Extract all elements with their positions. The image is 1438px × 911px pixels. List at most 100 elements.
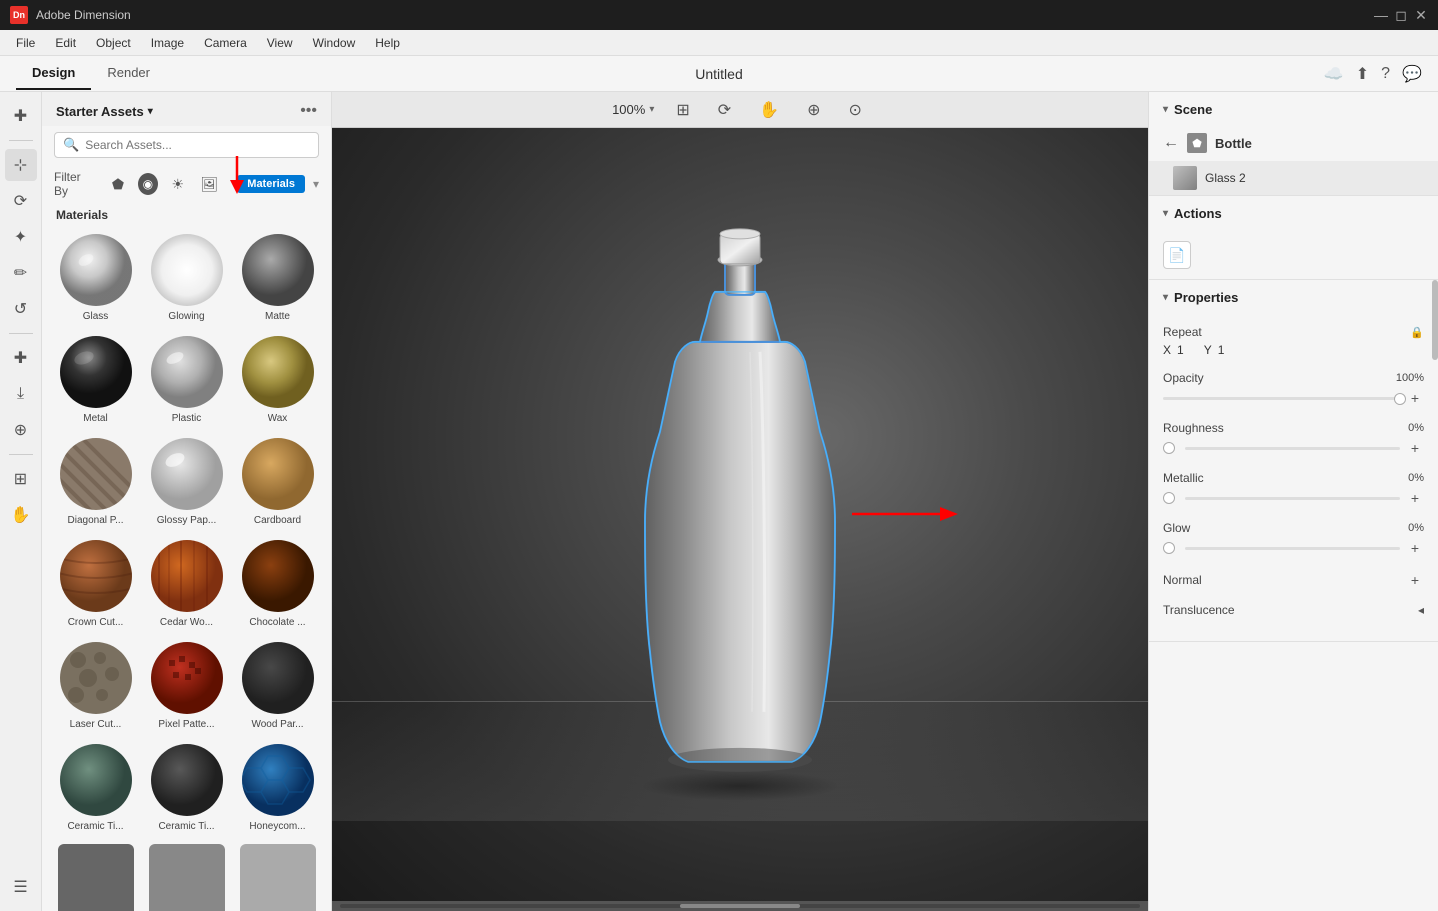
material-pixel-pattern[interactable]: Pixel Patte... xyxy=(143,636,230,734)
canvas-grid-icon[interactable]: ⊙ xyxy=(843,97,868,123)
glow-slider-track[interactable] xyxy=(1185,547,1400,550)
material-wood-parquet[interactable]: Wood Par... xyxy=(234,636,321,734)
material-thumb-matte xyxy=(240,232,316,308)
roughness-slider-track[interactable] xyxy=(1185,447,1400,450)
panel-more-button[interactable]: ••• xyxy=(300,102,317,120)
material-misc2[interactable]: ... xyxy=(143,840,230,911)
material-metal[interactable]: Metal xyxy=(52,330,139,428)
material-glass[interactable]: Glass xyxy=(52,228,139,326)
material-ceramic-dark[interactable]: Ceramic Ti... xyxy=(143,738,230,836)
material-label-plastic: Plastic xyxy=(172,413,201,424)
material-cedar[interactable]: Cedar Wo... xyxy=(143,534,230,632)
export-icon[interactable]: ⬆ xyxy=(1356,64,1369,84)
canvas-scrollbar-thumb[interactable] xyxy=(680,904,800,908)
opacity-slider-thumb[interactable] xyxy=(1394,393,1406,405)
tool-select[interactable]: ⊹ xyxy=(5,149,37,181)
normal-plus-button[interactable]: + xyxy=(1406,571,1424,589)
filter-light-icon[interactable]: ☀ xyxy=(166,171,190,197)
metallic-slider-track[interactable] xyxy=(1185,497,1400,500)
tool-add[interactable]: ✚ xyxy=(5,100,37,132)
menu-view[interactable]: View xyxy=(259,33,301,53)
filter-material-icon[interactable]: ◉ xyxy=(138,173,158,195)
material-label-matte: Matte xyxy=(265,311,290,322)
materials-section: Materials xyxy=(42,208,331,222)
help-icon[interactable]: ? xyxy=(1381,65,1390,83)
opacity-slider-track[interactable] xyxy=(1163,397,1400,400)
material-chocolate[interactable]: Chocolate ... xyxy=(234,534,321,632)
material-diagonal[interactable]: Diagonal P... xyxy=(52,432,139,530)
bottle-svg xyxy=(580,211,900,791)
right-panel-scrollbar-thumb[interactable] xyxy=(1432,280,1438,360)
canvas-fit-icon[interactable]: ⊞ xyxy=(670,97,695,123)
actions-section-header[interactable]: ▾ Actions xyxy=(1149,196,1438,231)
panel-title[interactable]: Starter Assets ▾ xyxy=(56,104,153,119)
tool-magic[interactable]: ✦ xyxy=(5,221,37,253)
material-plastic[interactable]: Plastic xyxy=(143,330,230,428)
tool-hand[interactable]: ✋ xyxy=(5,499,37,531)
properties-section-header[interactable]: ▾ Properties xyxy=(1149,280,1438,315)
cloud-icon[interactable]: ☁️ xyxy=(1324,64,1344,84)
materials-filter-button[interactable]: Materials xyxy=(237,175,305,193)
tool-layers[interactable]: ☰ xyxy=(5,871,37,903)
canvas-dolly-icon[interactable]: ⊕ xyxy=(801,97,826,123)
material-ceramic-teal[interactable]: Ceramic Ti... xyxy=(52,738,139,836)
menu-camera[interactable]: Camera xyxy=(196,33,255,53)
tool-frame[interactable]: ⊞ xyxy=(5,463,37,495)
comment-icon[interactable]: 💬 xyxy=(1402,64,1422,84)
material-crown-cut[interactable]: Crown Cut... xyxy=(52,534,139,632)
zoom-dropdown-arrow[interactable]: ▾ xyxy=(649,104,654,115)
canvas-orbit-icon[interactable]: ⟳ xyxy=(712,97,737,123)
menu-object[interactable]: Object xyxy=(88,33,139,53)
minimize-button[interactable]: — xyxy=(1374,8,1388,22)
material-wax[interactable]: Wax xyxy=(234,330,321,428)
glow-slider-thumb-dot[interactable] xyxy=(1163,542,1175,554)
tool-zoom[interactable]: ⊕ xyxy=(5,414,37,446)
menu-file[interactable]: File xyxy=(8,33,43,53)
material-thumb-cedar xyxy=(149,538,225,614)
menu-edit[interactable]: Edit xyxy=(47,33,84,53)
tool-orbit[interactable]: ⟳ xyxy=(5,185,37,217)
restore-button[interactable]: ◻ xyxy=(1394,8,1408,22)
material-misc1[interactable]: ... xyxy=(52,840,139,911)
translucence-property: Translucence ◂ xyxy=(1163,603,1424,617)
search-input[interactable] xyxy=(85,138,310,152)
roughness-plus-button[interactable]: + xyxy=(1406,439,1424,457)
tab-render[interactable]: Render xyxy=(91,57,166,90)
roughness-slider-row: + xyxy=(1163,439,1424,457)
metallic-plus-button[interactable]: + xyxy=(1406,489,1424,507)
translucence-expand[interactable]: ◂ xyxy=(1418,603,1424,617)
menu-help[interactable]: Help xyxy=(367,33,408,53)
canvas-scrollbar[interactable] xyxy=(332,901,1148,911)
material-label-metal: Metal xyxy=(83,413,107,424)
material-laser-cut[interactable]: Laser Cut... xyxy=(52,636,139,734)
tab-design[interactable]: Design xyxy=(16,57,91,90)
menu-window[interactable]: Window xyxy=(305,33,364,53)
right-panel-scrollbar[interactable] xyxy=(1432,200,1438,911)
canvas-pan-icon[interactable]: ✋ xyxy=(753,97,785,123)
scene-section-header[interactable]: ▾ Scene xyxy=(1149,92,1438,127)
tool-add2[interactable]: ✚ xyxy=(5,342,37,374)
roughness-slider-thumb-dot[interactable] xyxy=(1163,442,1175,454)
opacity-plus-button[interactable]: + xyxy=(1406,389,1424,407)
material-glowing[interactable]: Glowing xyxy=(143,228,230,326)
material-glossy-paper[interactable]: Glossy Pap... xyxy=(143,432,230,530)
material-matte[interactable]: Matte xyxy=(234,228,321,326)
material-misc3[interactable]: ... xyxy=(234,840,321,911)
material-cardboard[interactable]: Cardboard xyxy=(234,432,321,530)
tool-reshape[interactable]: ↺ xyxy=(5,293,37,325)
menu-image[interactable]: Image xyxy=(143,33,192,53)
glow-plus-button[interactable]: + xyxy=(1406,539,1424,557)
tool-down[interactable]: ⤓ xyxy=(5,378,37,410)
action-document-button[interactable]: 📄 xyxy=(1163,241,1191,269)
filter-image-icon[interactable]: 🖼 xyxy=(198,171,222,197)
metallic-slider-row: + xyxy=(1163,489,1424,507)
material-honeycomb[interactable]: Honeycom... xyxy=(234,738,321,836)
close-button[interactable]: ✕ xyxy=(1414,8,1428,22)
canvas-viewport[interactable] xyxy=(332,128,1148,901)
metallic-slider-thumb-dot[interactable] xyxy=(1163,492,1175,504)
filter-all-icon[interactable]: ⬟ xyxy=(106,171,130,197)
scene-back-button[interactable]: ← xyxy=(1163,134,1179,152)
tool-paint[interactable]: ✏ xyxy=(5,257,37,289)
scene-child-item[interactable]: Glass 2 xyxy=(1149,161,1438,195)
materials-scroll[interactable]: Materials Glass xyxy=(42,202,331,911)
